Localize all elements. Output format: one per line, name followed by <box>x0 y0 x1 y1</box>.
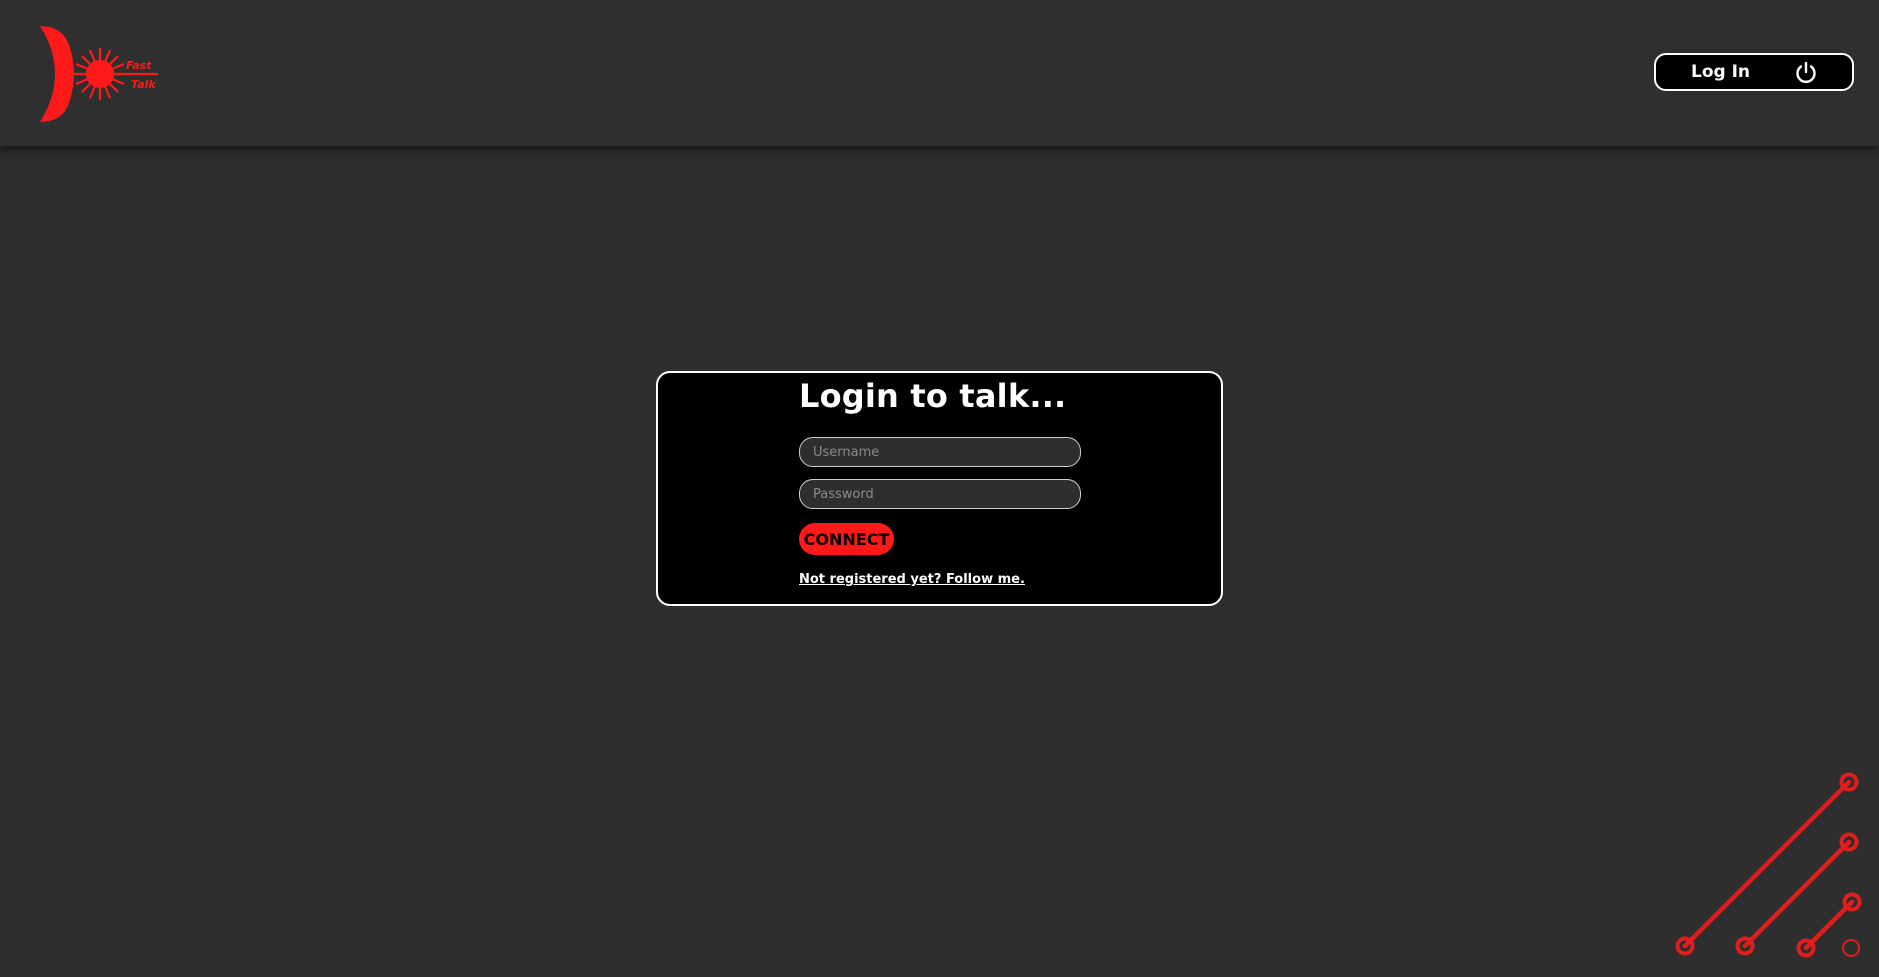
login-card: Login to talk... CONNECT Not registered … <box>656 371 1223 606</box>
logo-starburst-icon <box>74 48 158 100</box>
logo-crescent-icon <box>40 26 74 122</box>
header: Fast Talk Log In <box>0 0 1879 146</box>
fast-talk-logo[interactable]: Fast Talk <box>30 22 170 126</box>
power-icon <box>1796 61 1816 84</box>
logo-text-talk: Talk <box>131 78 156 91</box>
login-title: Login to talk... <box>799 377 1067 415</box>
register-link[interactable]: Not registered yet? Follow me. <box>799 572 1025 587</box>
connect-button[interactable]: CONNECT <box>799 523 894 555</box>
log-in-button[interactable]: Log In <box>1654 53 1854 91</box>
log-in-label: Log In <box>1691 62 1751 82</box>
username-input[interactable] <box>799 437 1081 467</box>
password-input[interactable] <box>799 479 1081 509</box>
circuit-lines-decoration <box>1675 772 1862 958</box>
logo-text-fast: Fast <box>126 59 152 72</box>
